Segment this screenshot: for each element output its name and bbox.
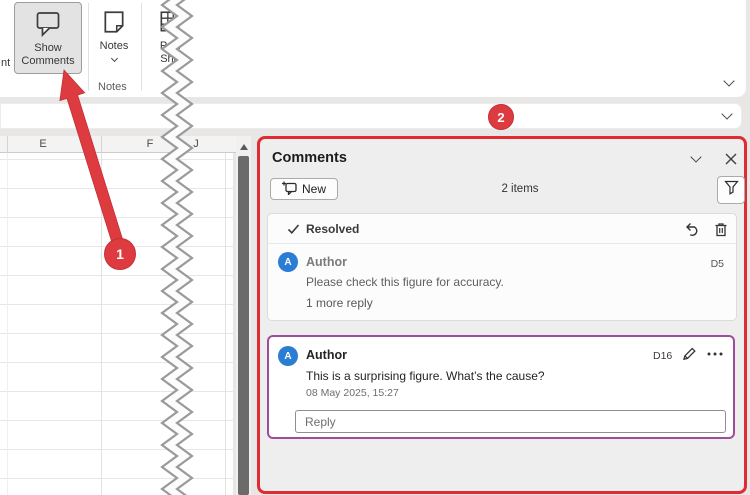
protect-sheet-label-line2: She — [160, 53, 180, 66]
scroll-up-arrow-icon[interactable] — [240, 144, 248, 150]
ribbon-group-separator — [88, 3, 89, 91]
ribbon-group-separator — [141, 3, 142, 91]
column-gridline — [101, 136, 102, 495]
avatar: A — [278, 346, 298, 366]
comments-pane-title: Comments — [272, 150, 347, 166]
new-comment-button[interactable]: New — [270, 178, 338, 200]
vertical-scrollbar-thumb[interactable] — [238, 156, 249, 495]
grid-lines — [0, 131, 233, 495]
comments-count: 2 items — [440, 183, 600, 195]
protect-sheet-label-line1: Prot — [160, 40, 180, 53]
comment-bubble-icon — [34, 9, 62, 42]
notes-button[interactable]: Notes — [91, 2, 137, 74]
avatar: A — [278, 252, 298, 272]
filter-funnel-icon — [724, 180, 739, 200]
show-comments-button[interactable]: Show Comments — [14, 2, 82, 74]
expand-formula-bar-chevron-icon[interactable] — [721, 108, 732, 119]
ribbon: nt Show Comments Notes Notes — [0, 0, 746, 97]
checkmark-icon — [287, 223, 300, 235]
close-pane-icon[interactable] — [724, 152, 738, 166]
active-comment-card[interactable]: A Author D16 This is a surprising figure… — [267, 335, 735, 439]
cropped-ribbon-button-label: nt — [1, 57, 10, 69]
comment-author: Author — [306, 255, 347, 269]
comment-message: Please check this figure for accuracy. — [306, 275, 504, 289]
reply-input[interactable] — [295, 410, 726, 433]
comment-cell-reference: D16 — [653, 350, 672, 362]
resolved-comment-card[interactable]: Resolved A Author D5 Please check this f… — [267, 213, 737, 321]
column-header-j[interactable]: J — [181, 138, 211, 150]
resolved-header-row: Resolved — [268, 214, 736, 244]
annotation-callout-1: 1 — [104, 238, 136, 270]
comments-pane: Comments New 2 items Resolv — [257, 136, 747, 494]
protect-sheet-button[interactable]: Prot She — [144, 2, 196, 74]
edit-comment-pencil-icon[interactable] — [681, 346, 697, 362]
formula-bar[interactable] — [0, 103, 742, 129]
header-separator — [7, 136, 8, 153]
more-replies-link[interactable]: 1 more reply — [306, 296, 373, 310]
comment-cell-reference: D5 — [711, 258, 724, 270]
header-separator — [101, 136, 102, 153]
notes-button-label: Notes — [100, 40, 129, 53]
show-comments-label-line2: Comments — [21, 55, 74, 68]
filter-comments-button[interactable] — [717, 176, 745, 204]
column-header-f[interactable]: F — [135, 138, 165, 150]
new-comment-icon — [282, 181, 297, 198]
collapse-pane-chevron-icon[interactable] — [690, 151, 701, 162]
column-header-e[interactable]: E — [28, 138, 58, 150]
notes-group-label: Notes — [98, 81, 127, 93]
more-actions-icon[interactable] — [706, 351, 724, 357]
delete-thread-icon[interactable] — [713, 222, 729, 238]
annotation-callout-2: 2 — [488, 104, 514, 130]
note-icon — [101, 9, 127, 40]
comment-author: Author — [306, 348, 347, 362]
show-comments-label-line1: Show — [34, 42, 62, 55]
collapse-ribbon-chevron-icon[interactable] — [723, 75, 734, 86]
column-gridline — [225, 136, 226, 495]
resolved-status-label: Resolved — [306, 222, 359, 236]
notes-dropdown-chevron-icon — [110, 55, 117, 62]
comment-timestamp: 08 May 2025, 15:27 — [306, 387, 399, 399]
reopen-thread-icon[interactable] — [685, 222, 701, 238]
protect-sheet-icon — [157, 9, 183, 40]
column-header-row[interactable]: E F J — [0, 136, 236, 153]
column-gridline — [7, 136, 8, 495]
new-comment-label: New — [302, 182, 326, 196]
comment-message: This is a surprising figure. What’s the … — [306, 369, 545, 383]
